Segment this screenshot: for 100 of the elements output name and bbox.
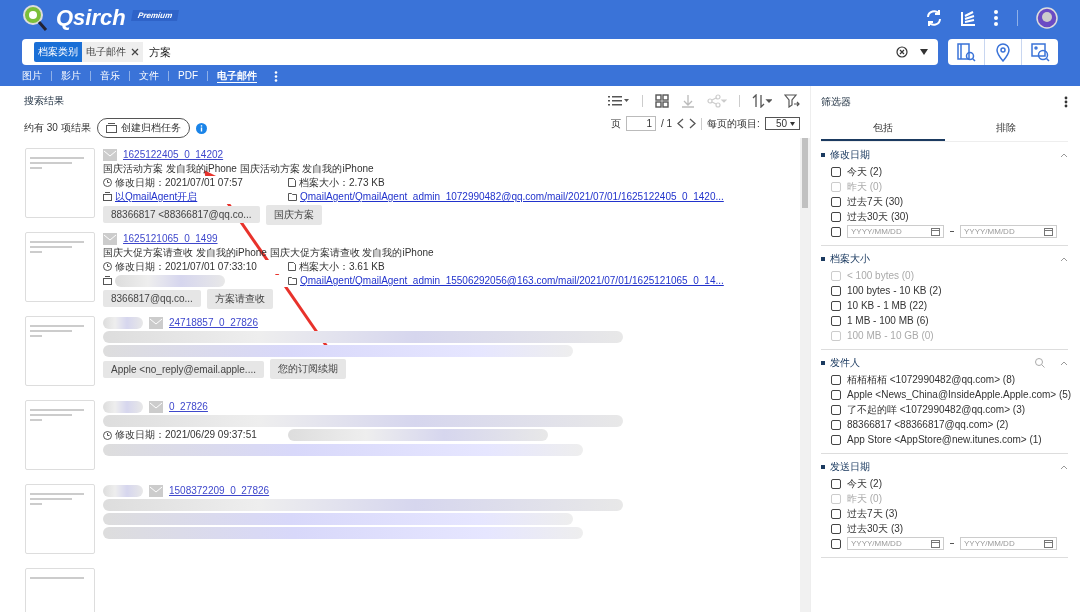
magnifier-logo-icon [22,4,48,32]
list-view-icon[interactable] [608,95,630,107]
clock-icon [103,262,112,272]
results-title: 搜索结果 [24,94,65,108]
filter-title: 筛选器 [821,95,851,109]
file-path-link[interactable]: QmailAgent/QmailAgent_admin_1072990482@qq.com/mail/2021/07/01/1625122405_0_1420... [300,191,724,203]
email-thumbnail[interactable] [25,484,95,554]
result-title-link[interactable]: 0_27826 [169,401,208,412]
stack-icon[interactable] [959,9,977,27]
checkbox[interactable] [831,538,841,549]
email-tag[interactable]: 8366817@qq.co... [103,290,201,308]
page-label: 页 [610,116,621,131]
checkbox[interactable] [831,211,841,222]
category-tab[interactable]: 影片 [51,71,90,81]
checkbox[interactable] [831,419,841,430]
checkbox[interactable] [831,374,841,385]
result-title-link[interactable]: 24718857_0_27826 [169,317,258,328]
clock-icon [103,430,112,440]
filter-tab[interactable]: 排除 [944,118,1068,141]
refresh-icon[interactable] [925,9,943,27]
file-size: 档案大小：2.73 KB [299,175,385,190]
option-label: 100 bytes - 10 KB (2) [847,285,942,296]
option-label: 昨天 (0) [847,491,882,506]
result-title-link[interactable]: 1625122405_0_14202 [123,149,224,160]
result-title-link[interactable]: 1625121065_0_1499 [123,233,218,244]
envelope-icon [149,484,163,497]
checkbox[interactable] [831,389,841,400]
file-icon [288,262,296,272]
clear-icon[interactable] [896,46,908,58]
email-thumbnail[interactable] [25,400,95,470]
option-label: 过去30天 (30) [847,209,909,224]
email-thumbnail[interactable] [25,148,95,218]
option-label: 今天 (2) [847,476,882,491]
filter-tab[interactable]: 包括 [821,118,945,141]
option-label: < 100 bytes (0) [847,270,914,281]
filter-icon[interactable] [784,94,800,108]
category-tab[interactable]: 图片 [22,71,51,81]
email-thumbnail[interactable] [25,316,95,386]
scrollbar[interactable] [800,138,810,612]
checkbox[interactable] [831,508,841,519]
search-query: 方案 [149,44,171,60]
email-tag[interactable]: 方案请查收 [206,288,273,309]
calendar-icon [1044,539,1053,548]
email-thumbnail[interactable] [25,232,95,302]
collapse-icon[interactable] [1060,256,1068,262]
page-input[interactable]: 1 [625,116,656,131]
search-field[interactable]: 档案类别 电子邮件 方案 [22,39,938,65]
caret-icon[interactable] [920,49,928,55]
collapse-icon[interactable] [1060,360,1068,366]
edition-badge: Premium [130,10,179,21]
modified-date: 修改日期：2021/07/01 07:33:10 [115,259,257,274]
archive-icon [105,123,117,133]
option-label: 了不起的咩 <1072990482@qq.com> (3) [847,402,1026,417]
email-tag[interactable]: 88366817 <88366817@qq.co... [103,206,260,224]
result-title-link[interactable]: 1508372209_0_27826 [169,485,270,496]
checkbox[interactable] [831,196,841,207]
envelope-icon [149,400,163,413]
email-tag[interactable]: 国庆方案 [265,204,322,225]
option-label: 昨天 (0) [847,179,882,194]
checkbox[interactable] [831,166,841,177]
grid-view-icon[interactable] [655,94,669,108]
file-path-link[interactable]: QmailAgent/QmailAgent_admin_15506292056@163.com/mail/2021/07/01/1625121065_0_14... [300,275,724,287]
checkbox[interactable] [831,404,841,415]
folder-icon [288,276,297,286]
checkbox[interactable] [831,434,841,445]
mailbox-icon [103,276,112,286]
more-icon[interactable] [1064,96,1068,108]
option-label: 10 KB - 1 MB (22) [847,300,928,311]
email-tag[interactable]: Apple <no_reply@email.apple.... [103,360,264,378]
filter-chip[interactable]: 电子邮件 [82,42,143,62]
close-icon[interactable] [131,48,139,56]
checkbox[interactable] [831,285,841,296]
info-icon[interactable] [195,122,207,134]
category-tab[interactable]: 文件 [129,71,168,81]
category-tab[interactable]: 电子邮件 [207,71,266,81]
checkbox[interactable] [831,478,841,489]
option-label: 栢栢栢栢 <1072990482@qq.com> (8) [847,372,1016,387]
collapse-icon[interactable] [1060,464,1068,470]
option-label: 过去30天 (3) [847,521,904,536]
collapse-icon[interactable] [1060,152,1068,158]
option-label: 今天 (2) [847,164,882,179]
section-title: 发件人 [830,356,860,370]
sort-icon[interactable] [752,94,772,108]
checkbox[interactable] [831,226,841,237]
category-tab[interactable]: 音乐 [90,71,129,81]
email-tag[interactable]: 您的订阅续期 [269,359,346,379]
file-icon [288,178,296,188]
page-total: / 1 [660,118,673,129]
calendar-icon [1044,227,1053,236]
category-tab[interactable]: PDF [168,71,207,81]
checkbox[interactable] [831,300,841,311]
archive-button[interactable]: 创建归档任务 [96,118,190,138]
checkbox[interactable] [831,523,841,534]
previous-icon[interactable] [677,118,685,129]
option-label: 过去7天 (30) [847,194,904,209]
checkbox[interactable] [831,315,841,326]
per-page-select[interactable]: 50 [764,117,800,130]
option-label: 过去7天 (3) [847,506,898,521]
next-icon[interactable] [689,118,697,129]
avatar-icon[interactable] [1036,7,1058,29]
